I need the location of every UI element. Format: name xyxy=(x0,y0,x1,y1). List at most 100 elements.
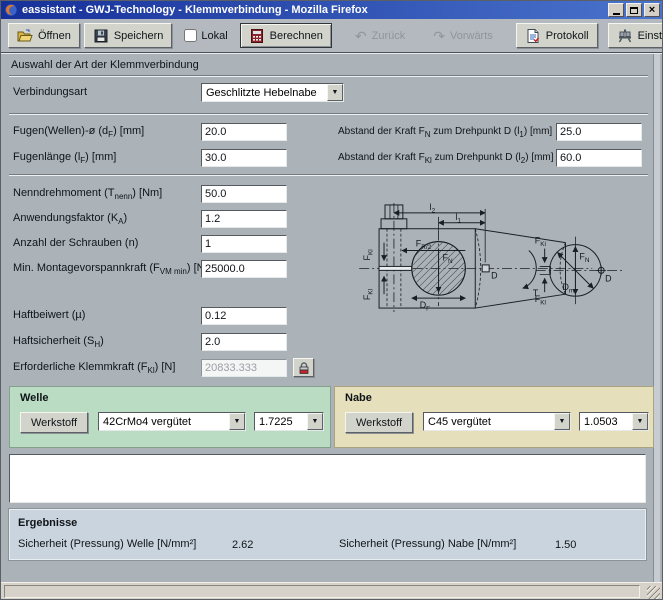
anwendungsfaktor-label: Anwendungsfaktor (KA) xyxy=(13,210,127,230)
statusbar xyxy=(1,582,662,600)
welle-title: Welle xyxy=(20,392,49,404)
force-fkl-upper-label: FKl xyxy=(362,249,374,260)
minimize-icon xyxy=(613,13,620,15)
open-button[interactable]: Öffnen xyxy=(8,23,80,48)
nenndrehmoment-label: Nenndrehmoment (Tnenn) [Nm] xyxy=(13,185,162,205)
chevron-down-icon[interactable]: ▼ xyxy=(229,413,245,430)
nabe-number-value: 1.0503 xyxy=(580,416,632,428)
dim-dm-label: Dm xyxy=(563,282,575,294)
anzahl-schrauben-input[interactable] xyxy=(201,235,287,253)
back-label: Zurück xyxy=(372,30,406,42)
welle-number-select[interactable]: 1.7225 ▼ xyxy=(254,412,324,431)
abstand-l1-input[interactable] xyxy=(556,123,642,141)
maximize-button[interactable] xyxy=(626,3,642,17)
chevron-down-icon[interactable]: ▼ xyxy=(327,84,343,101)
verbindungsart-value: Geschlitzte Hebelnabe xyxy=(202,87,327,99)
anzahl-schrauben-label: Anzahl der Schrauben (n) xyxy=(13,235,138,252)
open-label: Öffnen xyxy=(38,30,71,42)
settings-label: Einstellungen xyxy=(638,30,663,42)
ergebnisse-title: Ergebnisse xyxy=(18,515,77,532)
force-fkl-lower-label: FKl xyxy=(362,289,374,300)
forward-button[interactable]: ↷ Vorwärts xyxy=(424,23,502,48)
fugenlaenge-label: Fugenlänge (lF) [mm] xyxy=(13,149,116,169)
haftbeiwert-input[interactable] xyxy=(201,307,287,325)
fugen-durchmesser-label: Fugen(Wellen)-ø (dF) [mm] xyxy=(13,123,144,143)
nabe-material-value: C45 vergütet xyxy=(424,416,554,428)
pivot-d-right-label: D xyxy=(605,273,611,283)
titlebar[interactable]: eassistant - GWJ-Technology - Klemmverbi… xyxy=(1,1,662,19)
settings-button[interactable]: Einstellungen xyxy=(608,23,663,48)
montagevorspannkraft-label: Min. Montagevorspannkraft (FVM min) [N] xyxy=(13,260,208,280)
pivot-d-label: D xyxy=(491,270,497,280)
content-right-edge xyxy=(653,54,660,583)
haftsicherheit-input[interactable] xyxy=(201,333,287,351)
document-icon xyxy=(525,28,541,44)
chevron-down-icon[interactable]: ▼ xyxy=(632,413,648,430)
nabe-material-select[interactable]: C45 vergütet ▼ xyxy=(423,412,571,431)
welle-number-value: 1.7225 xyxy=(255,416,307,428)
nabe-panel: Nabe Werkstoff C45 vergütet ▼ 1.0503 ▼ xyxy=(334,386,654,448)
close-button[interactable]: × xyxy=(644,3,660,17)
status-field xyxy=(4,585,640,598)
nabe-number-select[interactable]: 1.0503 ▼ xyxy=(579,412,649,431)
forward-label: Vorwärts xyxy=(450,30,493,42)
haftsicherheit-label: Haftsicherheit (SH) xyxy=(13,333,104,353)
sicherheit-nabe-value: 1.50 xyxy=(555,539,576,551)
separator xyxy=(9,75,648,77)
nabe-werkstoff-button[interactable]: Werkstoff xyxy=(345,412,413,433)
force-fkl-right-lower-label: FKl xyxy=(535,294,546,306)
montagevorspannkraft-input[interactable] xyxy=(201,260,287,278)
welle-werkstoff-button[interactable]: Werkstoff xyxy=(20,412,88,433)
section-title: Auswahl der Art der Klemmverbindung xyxy=(11,57,199,74)
save-label: Speichern xyxy=(114,30,164,42)
close-icon: × xyxy=(649,5,655,15)
force-fr2-label: FR/2 xyxy=(416,239,432,251)
back-button[interactable]: ↶ Zurück xyxy=(346,23,414,48)
nabe-title: Nabe xyxy=(345,392,372,404)
redo-arrow-icon: ↷ xyxy=(433,29,445,43)
local-checkbox[interactable] xyxy=(184,29,197,42)
undo-arrow-icon: ↶ xyxy=(355,29,367,43)
chevron-down-icon[interactable]: ▼ xyxy=(554,413,570,430)
content-area: Auswahl der Art der Klemmverbindung Verb… xyxy=(1,53,662,582)
abstand-l2-label: Abstand der Kraft FKl zum Drehpunkt D (l… xyxy=(338,149,554,169)
separator xyxy=(9,113,648,115)
klemmkraft-label: Erforderliche Klemmkraft (FKl) [N] xyxy=(13,359,175,379)
resize-grip[interactable] xyxy=(647,586,660,599)
welle-panel: Welle Werkstoff 42CrMo4 vergütet ▼ 1.722… xyxy=(9,386,331,448)
local-checkbox-group: Lokal xyxy=(184,29,227,42)
minimize-button[interactable] xyxy=(608,3,624,17)
fugen-durchmesser-input[interactable] xyxy=(201,123,287,141)
lock-button[interactable] xyxy=(293,358,314,377)
nenndrehmoment-input[interactable] xyxy=(201,185,287,203)
welle-material-value: 42CrMo4 vergütet xyxy=(99,416,229,428)
abstand-l2-input[interactable] xyxy=(556,149,642,167)
fugenlaenge-input[interactable] xyxy=(201,149,287,167)
firefox-icon xyxy=(4,3,18,17)
protocol-label: Protokoll xyxy=(546,30,589,42)
app-window: eassistant - GWJ-Technology - Klemmverbi… xyxy=(0,0,663,600)
verbindungsart-label: Verbindungsart xyxy=(13,84,87,101)
local-label: Lokal xyxy=(201,30,227,42)
ergebnisse-panel: Ergebnisse Sicherheit (Pressung) Welle [… xyxy=(9,509,646,560)
haftbeiwert-label: Haftbeiwert (µ) xyxy=(13,307,85,324)
maximize-icon xyxy=(630,7,638,14)
verbindungsart-select[interactable]: Geschlitzte Hebelnabe ▼ xyxy=(201,83,344,102)
window-title: eassistant - GWJ-Technology - Klemmverbi… xyxy=(22,4,606,16)
lock-icon xyxy=(297,361,311,375)
sicherheit-welle-value: 2.62 xyxy=(232,539,253,551)
abstand-l1-label: Abstand der Kraft FN zum Drehpunkt D (l1… xyxy=(338,123,552,143)
chevron-down-icon[interactable]: ▼ xyxy=(307,413,323,430)
sicherheit-nabe-label: Sicherheit (Pressung) Nabe [N/mm²] xyxy=(339,536,516,553)
toolbar: Öffnen Speichern Lokal xyxy=(1,19,662,53)
anwendungsfaktor-input[interactable] xyxy=(201,210,287,228)
folder-open-icon xyxy=(17,28,33,44)
welle-material-select[interactable]: 42CrMo4 vergütet ▼ xyxy=(98,412,246,431)
protocol-button[interactable]: Protokoll xyxy=(516,23,598,48)
force-fn-right-label: FN xyxy=(579,251,589,263)
save-button[interactable]: Speichern xyxy=(84,23,173,48)
message-area[interactable] xyxy=(9,454,646,503)
calculate-button[interactable]: Berechnen xyxy=(240,23,332,48)
sicherheit-welle-label: Sicherheit (Pressung) Welle [N/mm²] xyxy=(18,536,196,553)
force-fkl-right-upper-label: FKl xyxy=(535,236,546,248)
